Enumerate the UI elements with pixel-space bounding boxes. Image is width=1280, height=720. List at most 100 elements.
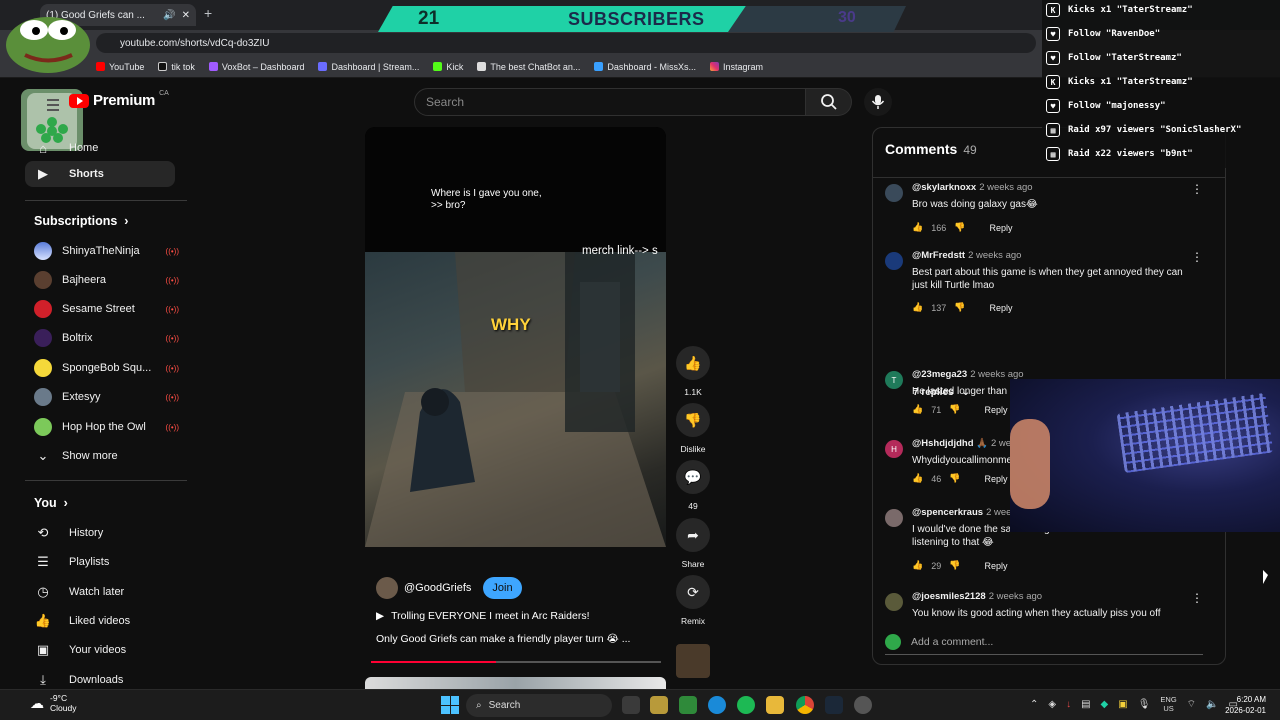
video-title-row[interactable]: ▶ Trolling EVERYONE I meet in Arc Raider…: [376, 610, 589, 622]
bookmark-missxs[interactable]: Dashboard - MissXs...: [594, 62, 696, 72]
weather-widget[interactable]: ☁ -9°C Cloudy: [30, 693, 76, 713]
thumbs-up-icon[interactable]: 👍: [912, 222, 923, 233]
thumbs-up-icon[interactable]: 👍: [912, 302, 923, 313]
thumbs-down-icon[interactable]: 👎: [949, 560, 960, 571]
nav-home[interactable]: ⌂ Home: [25, 135, 175, 161]
new-tab-icon[interactable]: +: [204, 5, 212, 21]
you-heading[interactable]: You ›: [34, 496, 68, 510]
bookmark-tiktok[interactable]: tik tok: [158, 62, 195, 72]
share-button[interactable]: ➦ Share: [676, 518, 710, 569]
reply-button[interactable]: Reply: [984, 474, 1007, 484]
commenter-avatar[interactable]: [885, 509, 903, 527]
tab-close-icon[interactable]: ✕: [182, 10, 190, 21]
channel-name[interactable]: @GoodGriefs: [404, 582, 471, 594]
file-explorer-icon[interactable]: [766, 696, 784, 714]
comment-author[interactable]: @skylarknoxx: [912, 182, 976, 193]
thumbs-down-icon[interactable]: 👎: [949, 404, 960, 415]
youtube-premium-logo[interactable]: Premium CA: [69, 90, 169, 109]
thumbs-up-icon[interactable]: 👍: [912, 404, 923, 415]
sound-thumbnail[interactable]: [676, 644, 710, 685]
bookmark-instagram[interactable]: Instagram: [709, 62, 763, 72]
like-button[interactable]: 👍 1.1K: [676, 346, 710, 397]
commenter-avatar[interactable]: [885, 593, 903, 611]
thumbs-up-icon[interactable]: 👍: [912, 560, 923, 571]
comment-author[interactable]: @Hshdjdjdhd 🙏🏾: [912, 438, 988, 449]
thumbs-down-icon[interactable]: 👎: [949, 473, 960, 484]
reply-button[interactable]: Reply: [984, 405, 1007, 415]
tray-app-icon[interactable]: ▣: [1118, 699, 1127, 710]
more-options-icon[interactable]: ⋮: [1191, 591, 1203, 605]
join-button[interactable]: Join: [483, 577, 522, 599]
tray-app-icon[interactable]: ↓: [1066, 699, 1071, 710]
steam-icon[interactable]: [825, 696, 843, 714]
commenter-avatar[interactable]: [885, 184, 903, 202]
taskbar-search[interactable]: ⌕ Search: [466, 694, 612, 717]
thumbs-down-icon[interactable]: 👎: [954, 302, 965, 313]
comment-author[interactable]: @MrFredstt: [912, 250, 965, 261]
show-more-button[interactable]: ⌄ Show more: [34, 445, 179, 467]
thumbs-down-icon[interactable]: 👎: [954, 222, 965, 233]
more-options-icon[interactable]: ⋮: [1191, 250, 1203, 264]
comment-author[interactable]: @joesmiles2128: [912, 591, 986, 602]
bookmark-chatbot[interactable]: The best ChatBot an...: [477, 62, 580, 72]
comments-button[interactable]: 💬 49: [676, 460, 710, 511]
reply-button[interactable]: Reply: [989, 223, 1012, 233]
add-comment-field[interactable]: Add a comment...: [885, 634, 1203, 655]
thumbs-up-icon[interactable]: 👍: [912, 473, 923, 484]
microphone-icon[interactable]: 🎙: [1138, 699, 1151, 710]
bookmark-stream-dashboard[interactable]: Dashboard | Stream...: [318, 62, 419, 72]
tray-app-icon[interactable]: ▤: [1081, 699, 1090, 710]
commenter-avatar[interactable]: T: [885, 371, 903, 389]
next-short-preview[interactable]: [365, 677, 666, 689]
more-options-icon[interactable]: ⋮: [1191, 182, 1203, 196]
remix-button[interactable]: ⟳ Remix: [676, 575, 710, 626]
shorts-video-player[interactable]: Where is I gave you one, >> bro? merch l…: [365, 127, 666, 547]
subscriptions-heading[interactable]: Subscriptions ›: [34, 214, 128, 228]
app-icon[interactable]: [650, 696, 668, 714]
nav-watch-later[interactable]: ◷ Watch later: [25, 579, 175, 605]
video-progress-bar[interactable]: [371, 661, 661, 663]
search-input[interactable]: Search: [414, 88, 806, 116]
tray-app-icon[interactable]: ◈: [1048, 699, 1056, 710]
comment-author[interactable]: @spencerkraus: [912, 507, 983, 518]
dislike-button[interactable]: 👎 Dislike: [676, 403, 710, 454]
subscription-item[interactable]: Sesame Street ((•)): [34, 298, 179, 320]
app-icon[interactable]: [679, 696, 697, 714]
nav-your-videos[interactable]: ▣ Your videos: [25, 637, 175, 663]
subscription-item[interactable]: Bajheera ((•)): [34, 269, 179, 291]
nav-history[interactable]: ⟲ History: [25, 520, 175, 546]
subscription-item[interactable]: SpongeBob Squ... ((•)): [34, 357, 179, 379]
voice-search-button[interactable]: [864, 88, 892, 116]
nav-playlists[interactable]: ☰ Playlists: [25, 549, 175, 575]
bookmark-kick[interactable]: Kick: [433, 62, 463, 72]
reply-button[interactable]: Reply: [984, 561, 1007, 571]
subscription-item[interactable]: Extesyy ((•)): [34, 386, 179, 408]
search-button[interactable]: [806, 88, 852, 116]
comment-author[interactable]: @23mega23: [912, 369, 967, 380]
bookmark-youtube[interactable]: YouTube: [96, 62, 144, 72]
edge-icon[interactable]: [708, 696, 726, 714]
commenter-avatar[interactable]: [885, 252, 903, 270]
wifi-icon[interactable]: ⌔: [1187, 698, 1196, 711]
language-indicator[interactable]: ENG US: [1160, 695, 1176, 713]
video-description[interactable]: Only Good Griefs can make a friendly pla…: [376, 633, 630, 645]
obs-icon[interactable]: [854, 696, 872, 714]
chrome-icon[interactable]: [796, 696, 814, 714]
bookmark-voxbot[interactable]: VoxBot – Dashboard: [208, 62, 304, 72]
chevron-up-icon[interactable]: ⌃: [1030, 699, 1038, 710]
subscription-item[interactable]: Boltrix ((•)): [34, 327, 179, 349]
nav-shorts[interactable]: ▶ Shorts: [25, 161, 175, 187]
tab-mute-icon[interactable]: 🔊: [163, 10, 175, 21]
tray-app-icon[interactable]: ◆: [1101, 699, 1109, 710]
clock[interactable]: 6:20 AM 2026-02-01: [1206, 694, 1266, 716]
reply-button[interactable]: Reply: [989, 303, 1012, 313]
channel-avatar[interactable]: [376, 577, 398, 599]
url-field[interactable]: youtube.com/shorts/vdCq-do3ZIU: [96, 33, 1036, 53]
windows-start-icon[interactable]: [441, 696, 459, 714]
spotify-icon[interactable]: [737, 696, 755, 714]
task-view-icon[interactable]: [622, 696, 640, 714]
nav-liked-videos[interactable]: 👍 Liked videos: [25, 608, 175, 634]
subscription-item[interactable]: Hop Hop the Owl ((•)): [34, 416, 179, 438]
commenter-avatar[interactable]: H: [885, 440, 903, 458]
subscription-item[interactable]: ShinyaTheNinja ((•)): [34, 240, 179, 262]
